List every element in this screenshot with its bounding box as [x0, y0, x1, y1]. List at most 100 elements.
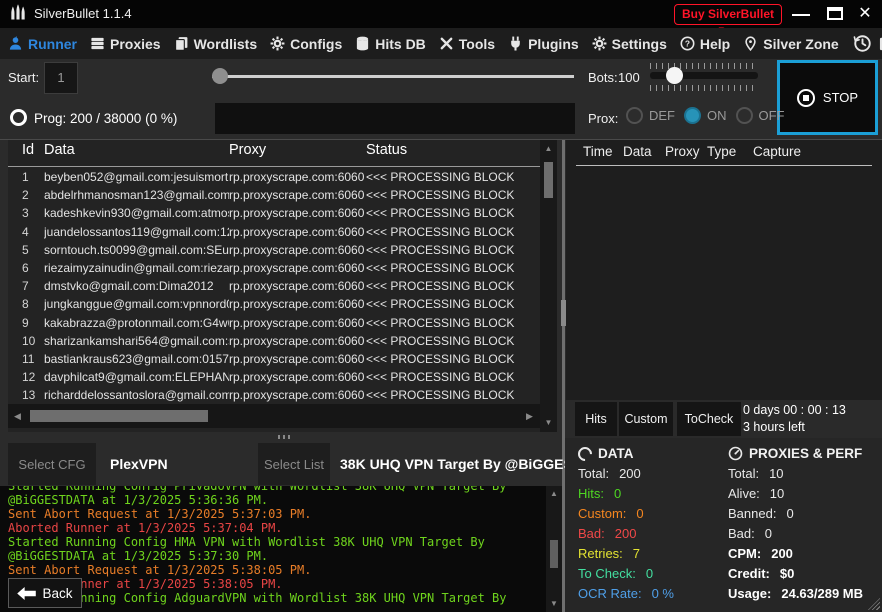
prox-radio-off[interactable] [736, 107, 753, 124]
person-icon [8, 36, 23, 51]
stat-value: $0 [780, 566, 794, 581]
nav-item-configs[interactable]: Configs [270, 36, 342, 52]
column-header: Type [707, 144, 736, 159]
cell-data: richarddelossantoslora@gmail.com: [44, 388, 229, 402]
scroll-left-icon[interactable]: ◀ [14, 411, 21, 422]
table-row[interactable]: 10sharizankamshari564@gmail.com:shrp.pro… [8, 332, 540, 350]
nav-item-label: Configs [290, 36, 342, 52]
stat-label: Bad: [728, 526, 755, 541]
stat-label: Total: [728, 466, 759, 481]
scroll-up-icon[interactable]: ▲ [540, 144, 557, 153]
table-row[interactable]: 11bastiankraus623@gmail.com:01577rp.prox… [8, 350, 540, 368]
table-row[interactable]: 5sorntouch.ts0099@gmail.com:SEu3xrp.prox… [8, 241, 540, 259]
cell-status: <<< PROCESSING BLOCK [366, 170, 540, 184]
scroll-down-icon[interactable]: ▼ [546, 599, 562, 608]
scrollbar-thumb[interactable] [544, 162, 553, 198]
tab-tocheck[interactable]: ToCheck [677, 402, 741, 436]
window-resize-grip[interactable] [868, 598, 880, 610]
wordlist-slider-thumb[interactable] [212, 68, 228, 84]
cell-data: juandelossantos119@gmail.com:123 [44, 225, 229, 239]
stat-label: OCR Rate: [578, 586, 642, 601]
cell-proxy: rp.proxyscrape.com:6060 [229, 170, 366, 184]
table-row[interactable]: 9kakabrazza@protonmail.com:G4w6lrp.proxy… [8, 314, 540, 332]
stat-label: Retries: [578, 546, 623, 561]
bots-slider-thumb[interactable] [666, 67, 683, 84]
scroll-up-icon[interactable]: ▲ [546, 489, 562, 498]
maximize-button[interactable] [822, 3, 848, 25]
tab-hits[interactable]: Hits [575, 402, 617, 436]
scrollbar-thumb[interactable] [30, 410, 208, 422]
cell-data: jungkanggue@gmail.com:vpnnord0 [44, 297, 229, 311]
cell-proxy: rp.proxyscrape.com:6060 [229, 316, 366, 330]
history-icon[interactable] [852, 33, 873, 54]
stat-label: Usage: [728, 586, 771, 601]
table-row[interactable]: 7dmstvko@gmail.com:Dima2012rp.proxyscrap… [8, 277, 540, 295]
nav-item-proxies[interactable]: Proxies [90, 36, 161, 52]
stat-row: Total:200 [578, 466, 674, 486]
title-bar: SilverBullet 1.1.4 Buy SilverBullet Pro … [0, 0, 882, 28]
nav-item-label: Help [700, 36, 730, 52]
buy-pro-button[interactable]: Buy SilverBullet Pro [674, 4, 782, 25]
gear-icon [592, 36, 607, 51]
cell-id: 5 [8, 243, 44, 257]
scrollbar-thumb[interactable] [550, 540, 558, 568]
stat-row: Custom:0 [578, 506, 674, 526]
proxy-stats-header: PROXIES & PERF [728, 446, 862, 461]
nav-item-wordlists[interactable]: Wordlists [174, 36, 258, 52]
nav-item-help[interactable]: ?Help [680, 36, 730, 52]
maximize-icon [827, 7, 843, 20]
minimize-button[interactable] [788, 3, 814, 25]
data-stats-title: DATA [598, 446, 634, 461]
back-arrow-icon [17, 587, 36, 600]
nav-item-runner[interactable]: Runner [8, 36, 77, 52]
scroll-right-icon[interactable]: ▶ [526, 411, 533, 422]
stat-row: Credit:$0 [728, 566, 863, 586]
nav-item-tools[interactable]: Tools [439, 36, 495, 52]
nav-item-label: Hits DB [375, 36, 426, 52]
table-row[interactable]: 8jungkanggue@gmail.com:vpnnord0rp.proxys… [8, 295, 540, 313]
nav-item-settings[interactable]: Settings [592, 36, 667, 52]
log-scrollbar[interactable]: ▲ ▼ [546, 486, 562, 612]
table-row[interactable]: 4juandelossantos119@gmail.com:123rp.prox… [8, 223, 540, 241]
back-label: Back [42, 586, 72, 601]
stat-label: Custom: [578, 506, 626, 521]
select-cfg-button[interactable]: Select CFG [8, 443, 96, 485]
nav-item-hits-db[interactable]: Hits DB [355, 36, 426, 52]
nav-item-label: Silver Zone [763, 36, 838, 52]
horizontal-splitter-grip[interactable] [278, 435, 292, 439]
camera-icon[interactable] [878, 33, 882, 54]
prox-label: Prox: [588, 111, 618, 126]
bots-value: 100 [618, 70, 640, 85]
tools-icon [439, 36, 454, 51]
table-row[interactable]: 6riezaimyzainudin@gmail.com:riezairrp.pr… [8, 259, 540, 277]
scroll-down-icon[interactable]: ▼ [540, 418, 557, 427]
cell-data: bastiankraus623@gmail.com:01577 [44, 352, 229, 366]
prox-radio-on[interactable] [684, 107, 701, 124]
cell-status: <<< PROCESSING BLOCK [366, 225, 540, 239]
stat-label: Banned: [728, 506, 776, 521]
stat-row: Hits:0 [578, 486, 674, 506]
back-button[interactable]: Back [8, 578, 82, 608]
table-row[interactable]: 3kadeshkevin930@gmail.com:atmosprp.proxy… [8, 204, 540, 222]
tab-custom[interactable]: Custom [619, 402, 673, 436]
nav-item-plugins[interactable]: Plugins [508, 36, 579, 52]
cell-data: davphilcat9@gmail.com:ELEPHANT [44, 370, 229, 384]
stat-row: Alive:10 [728, 486, 863, 506]
results-vertical-scrollbar[interactable]: ▲ ▼ [540, 140, 557, 432]
hits-table: Time Data Proxy Type Capture [566, 140, 882, 400]
table-row[interactable]: 1beyben052@gmail.com:jesuismortrp.proxys… [8, 168, 540, 186]
cell-data: kakabrazza@protonmail.com:G4w6l [44, 316, 229, 330]
cell-id: 12 [8, 370, 44, 384]
table-row[interactable]: 2abdelrhmanosman123@gmail.com:rp.proxysc… [8, 186, 540, 204]
start-input[interactable]: 1 [44, 62, 78, 94]
close-button[interactable]: ✕ [852, 3, 878, 25]
results-horizontal-scrollbar[interactable]: ◀ ▶ [8, 404, 540, 428]
table-row[interactable]: 12davphilcat9@gmail.com:ELEPHANTrp.proxy… [8, 368, 540, 386]
prox-radio-def[interactable] [626, 107, 643, 124]
select-list-button[interactable]: Select List [258, 443, 330, 485]
prox-radio-label: DEF [649, 108, 675, 123]
nav-item-silver-zone[interactable]: Silver Zone [743, 36, 838, 52]
table-row[interactable]: 13richarddelossantoslora@gmail.com:rp.pr… [8, 386, 540, 404]
wordlist-slider-track[interactable] [212, 75, 574, 78]
cell-proxy: rp.proxyscrape.com:6060 [229, 261, 366, 275]
